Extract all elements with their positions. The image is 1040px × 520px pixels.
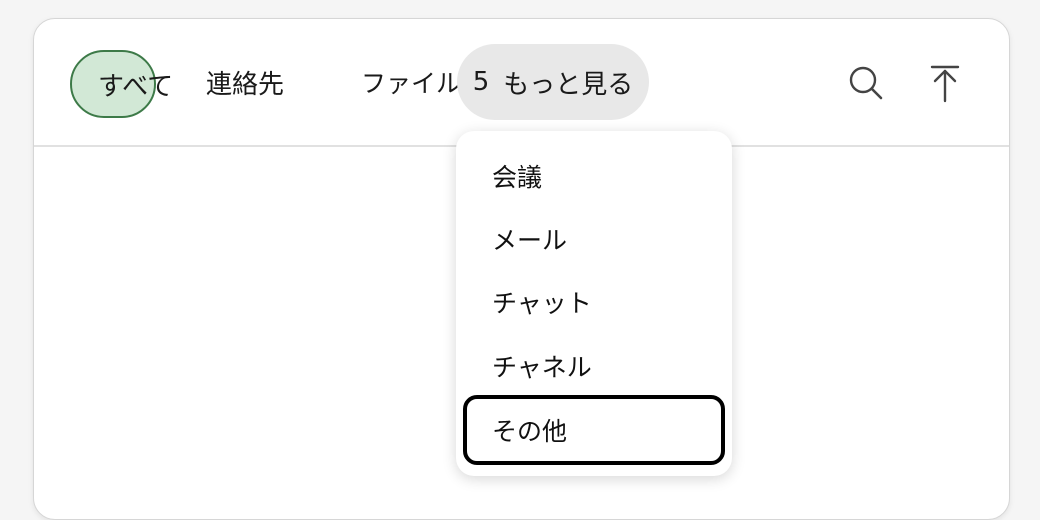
- menu-item-label: その他: [492, 417, 568, 446]
- tab-all[interactable]: すべて: [70, 50, 173, 118]
- tab-files[interactable]: ファイル: [361, 45, 461, 119]
- menu-item-label: 会議: [492, 163, 543, 192]
- tab-contacts[interactable]: 連絡先: [206, 45, 284, 119]
- menu-item-channels[interactable]: チャネル: [456, 335, 732, 397]
- tab-all-label: すべて: [98, 71, 174, 102]
- more-tabs-count: 5: [472, 67, 490, 97]
- search-icon: [849, 66, 883, 100]
- filter-tab-bar: すべて 連絡先 ファイル 5 もっと見る: [34, 19, 1009, 147]
- tab-files-label: ファイル: [361, 69, 462, 98]
- menu-item-other[interactable]: その他: [463, 395, 725, 465]
- search-button[interactable]: [846, 63, 886, 103]
- more-tabs-menu: 会議 メール チャット チャネル その他: [456, 131, 732, 476]
- menu-item-mail[interactable]: メール: [456, 208, 732, 270]
- more-tabs-label: もっと見る: [503, 69, 634, 100]
- menu-item-label: チャネル: [492, 353, 592, 382]
- arrow-up-to-line-icon: [930, 65, 960, 103]
- more-tabs-button[interactable]: 5 もっと見る: [457, 44, 649, 120]
- scroll-to-top-button[interactable]: [925, 63, 965, 103]
- menu-item-label: メール: [492, 226, 568, 255]
- tab-contacts-label: 連絡先: [206, 69, 285, 100]
- menu-item-label: チャット: [492, 289, 592, 318]
- menu-item-chat[interactable]: チャット: [456, 271, 732, 333]
- menu-item-meetings[interactable]: 会議: [456, 145, 732, 207]
